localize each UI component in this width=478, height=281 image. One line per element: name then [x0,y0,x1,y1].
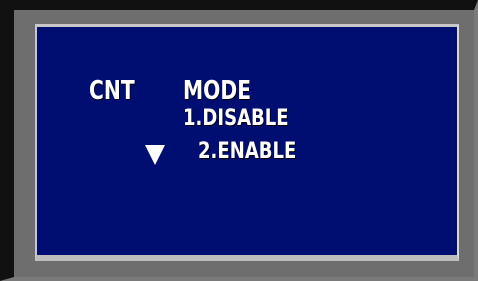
setting-label: MODE [183,76,252,106]
option-disable[interactable]: 1.DISABLE [183,108,289,130]
monitor-bezel: CNT MODE 1.DISABLE 2.ENABLE [0,0,478,281]
menu-title: CNT [89,76,135,106]
option-enable[interactable]: 2.ENABLE [198,141,296,163]
down-triangle-icon [145,145,165,165]
osd-screen: CNT MODE 1.DISABLE 2.ENABLE [35,24,459,261]
